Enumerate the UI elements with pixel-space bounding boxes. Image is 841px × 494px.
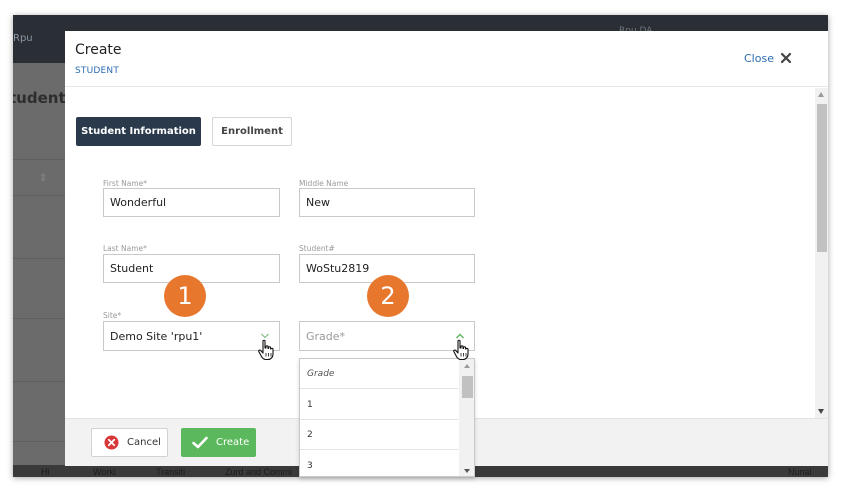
background-sort-icon: ⇕ <box>39 173 48 184</box>
create-button-label: Create <box>216 437 250 448</box>
last-name-label: Last Name* <box>103 244 147 253</box>
middle-name-field[interactable]: New <box>299 188 475 217</box>
background-app-name: Rpu <box>13 33 33 44</box>
modal-title: Create <box>75 42 122 58</box>
dropdown-scroll-down-icon[interactable] <box>464 469 470 473</box>
modal-subtitle: STUDENT <box>75 66 120 76</box>
hand-pointer-icon <box>258 339 274 361</box>
background-row-divider <box>13 159 65 160</box>
checkmark-icon <box>192 436 208 449</box>
tab-student-information[interactable]: Student Information <box>76 117 201 146</box>
background-footer-item: Hi <box>41 467 50 477</box>
grade-option-2[interactable]: 2 <box>300 420 458 450</box>
background-row-divider <box>13 381 65 382</box>
modal-scrollbar-thumb[interactable] <box>817 104 827 252</box>
grade-dropdown-header: Grade <box>300 359 458 389</box>
modal-header: Create STUDENT Close <box>65 31 828 87</box>
grade-option-1[interactable]: 1 <box>300 390 458 420</box>
background-row-divider <box>13 258 65 259</box>
cancel-circle-icon <box>104 435 119 450</box>
cancel-button[interactable]: Cancel <box>91 428 168 457</box>
site-select[interactable]: Demo Site 'rpu1' <box>103 321 280 351</box>
grade-select[interactable]: Grade* <box>299 321 475 351</box>
cancel-button-label: Cancel <box>127 437 161 448</box>
site-label: Site* <box>103 311 122 320</box>
close-button-label: Close <box>744 51 774 65</box>
dropdown-scroll-thumb[interactable] <box>462 376 473 398</box>
close-x-icon <box>780 52 792 64</box>
grade-select-placeholder: Grade* <box>306 329 346 343</box>
tab-enrollment[interactable]: Enrollment <box>212 117 292 146</box>
close-button[interactable]: Close <box>744 49 792 67</box>
callout-badge-2: 2 <box>367 275 409 317</box>
hand-pointer-icon <box>453 339 469 361</box>
first-name-field[interactable]: Wonderful <box>103 188 280 217</box>
create-button[interactable]: Create <box>181 428 256 457</box>
callout-badge-1: 1 <box>164 275 206 317</box>
scroll-down-arrow-icon[interactable] <box>818 409 824 414</box>
background-footer-item: Workl <box>93 467 116 477</box>
background-row-divider <box>13 318 65 319</box>
background-footer-item: Transiti <box>156 467 186 477</box>
grade-dropdown-list[interactable]: Grade 1 2 3 <box>299 358 475 477</box>
site-select-value: Demo Site 'rpu1' <box>110 329 203 343</box>
modal-scrollbar[interactable] <box>815 88 828 418</box>
student-number-label: Student# <box>299 244 335 253</box>
grade-dropdown-scrollbar[interactable] <box>459 359 474 476</box>
background-footer-item: Nunal <box>788 467 812 477</box>
background-row-divider <box>13 441 65 442</box>
grade-option-3[interactable]: 3 <box>300 451 458 476</box>
background-row-divider <box>13 195 65 196</box>
background-footer-item: Zurd and Commi <box>225 467 293 477</box>
first-name-label: First Name* <box>103 179 148 188</box>
scroll-up-arrow-icon[interactable] <box>818 92 824 97</box>
middle-name-label: Middle Name <box>299 179 349 188</box>
screenshot-stage: Rpu Rpu DA tudents ⇕ Hi Workl Transiti Z… <box>0 0 841 494</box>
dropdown-scroll-up-icon[interactable] <box>464 364 470 368</box>
